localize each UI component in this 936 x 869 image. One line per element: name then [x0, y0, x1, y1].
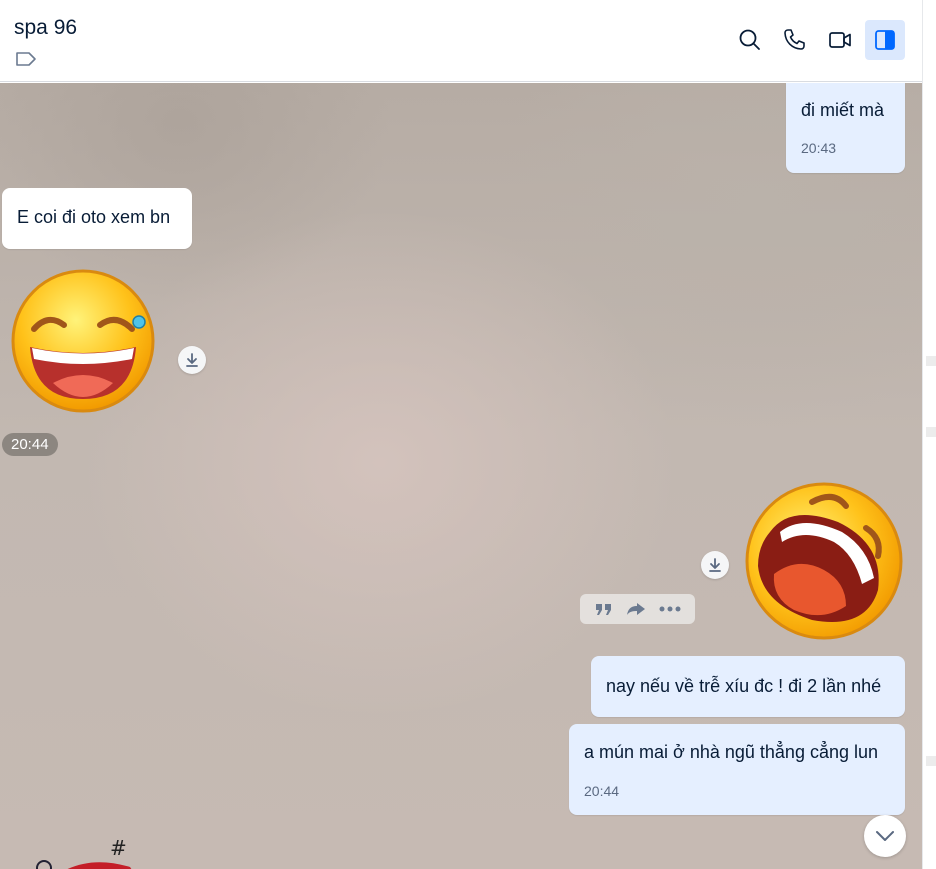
message-text: a mún mai ở nhà ngũ thẳng cẳng lun: [584, 742, 879, 762]
scrollbar-track[interactable]: [922, 0, 936, 869]
toggle-sidebar-button[interactable]: [865, 20, 905, 60]
message-bubble[interactable]: a mún mai ở nhà ngũ thẳng cẳng lun 20:44: [569, 724, 905, 815]
message-actions-bar: [580, 594, 695, 624]
sidebar-toggle-icon: [875, 30, 895, 50]
message-bubble[interactable]: nay nếu về trễ xíu đc ! đi 2 lần nhé: [591, 656, 905, 717]
video-call-button[interactable]: [820, 20, 860, 60]
message-time: 20:44: [2, 433, 58, 456]
laughing-tears-sticker[interactable]: [8, 267, 158, 415]
more-icon[interactable]: [659, 606, 681, 612]
video-call-icon: [829, 32, 851, 48]
voice-call-button[interactable]: [774, 20, 814, 60]
message-bubble[interactable]: đi miết mà 20:43: [786, 83, 905, 173]
chat-header: spa 96: [0, 0, 922, 82]
message-time: 20:44: [584, 783, 620, 799]
rolling-laughing-sticker[interactable]: [742, 480, 906, 642]
message-text: nay nếu về trễ xíu đc ! đi 2 lần nhé: [606, 676, 882, 696]
scroll-to-bottom-button[interactable]: [864, 815, 906, 857]
scroll-marker: [926, 756, 936, 766]
partial-sticker-text: #: [110, 836, 127, 860]
download-button[interactable]: [178, 346, 206, 374]
download-icon: [709, 558, 721, 572]
download-button[interactable]: [701, 551, 729, 579]
chevron-down-icon: [876, 831, 894, 841]
tag-icon[interactable]: [15, 51, 37, 67]
quote-icon[interactable]: [594, 601, 614, 617]
download-icon: [186, 353, 198, 367]
partial-sticker: #: [36, 836, 132, 869]
message-time: 20:43: [801, 140, 837, 156]
conversation-title[interactable]: spa 96: [14, 16, 77, 40]
search-icon: [739, 29, 760, 50]
message-text: E coi đi oto xem bn: [17, 207, 171, 227]
scroll-marker: [926, 356, 936, 366]
forward-icon[interactable]: [625, 601, 647, 617]
message-bubble[interactable]: E coi đi oto xem bn: [2, 188, 192, 249]
message-list[interactable]: đi miết mà 20:43 E coi đi oto xem bn 20:…: [0, 83, 922, 869]
phone-icon: [784, 29, 805, 50]
search-button[interactable]: [730, 20, 770, 60]
scroll-marker: [926, 427, 936, 437]
message-text: đi miết mà: [801, 100, 885, 120]
